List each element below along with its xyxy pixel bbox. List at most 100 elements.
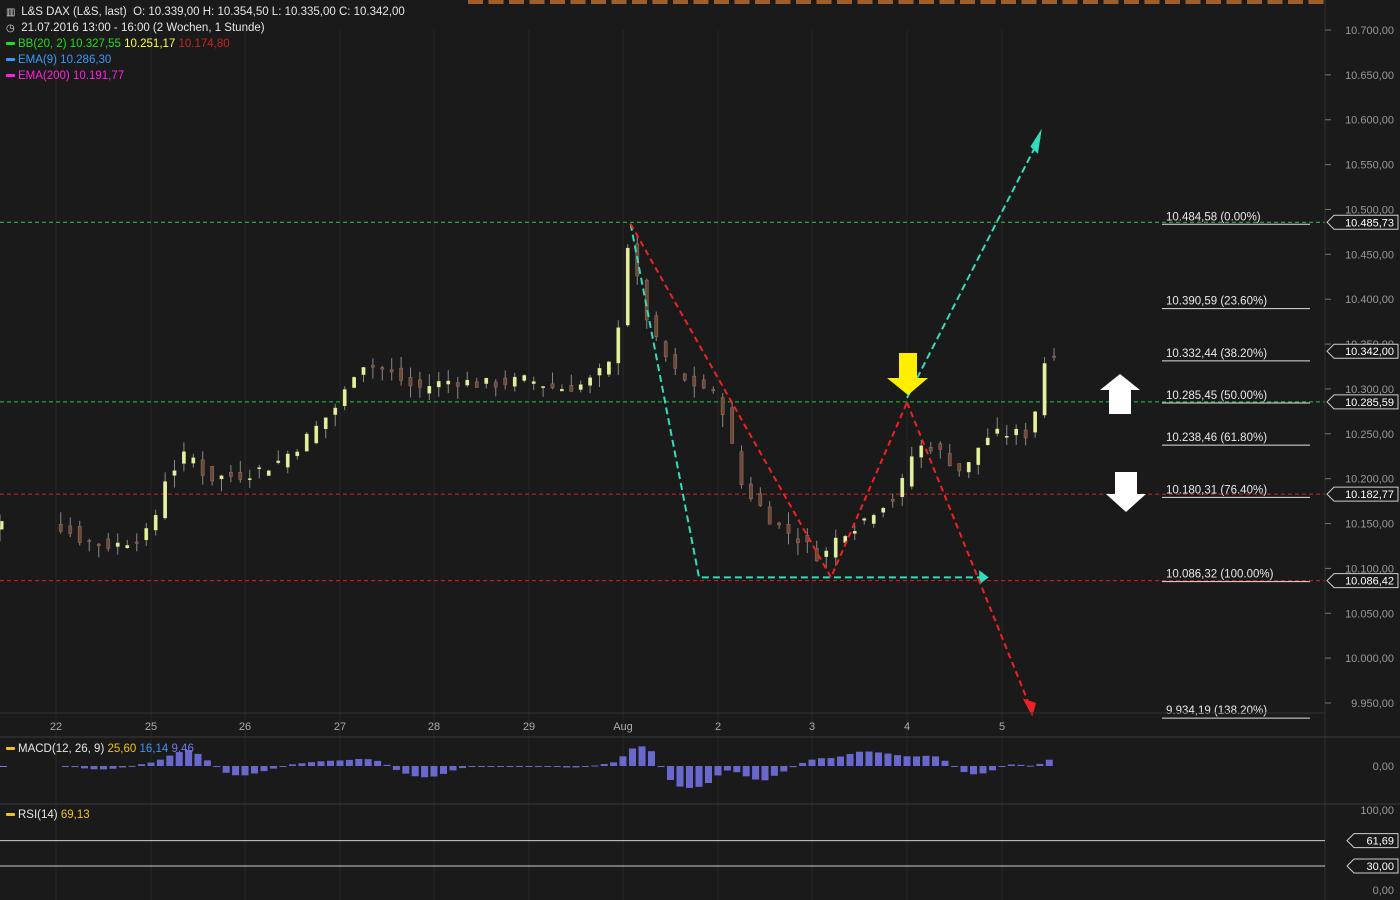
indicator-swatch bbox=[6, 74, 15, 78]
candle-body bbox=[767, 506, 772, 525]
macd-histogram-bar bbox=[998, 766, 1006, 767]
macd-histogram-bar bbox=[128, 765, 136, 767]
candle-body bbox=[134, 541, 139, 544]
rsi-axis-top: 100,00 bbox=[1360, 805, 1394, 817]
macd-histogram-bar bbox=[525, 766, 533, 767]
macd-value: 25,60 bbox=[107, 743, 137, 755]
macd-histogram-bar bbox=[846, 753, 854, 766]
macd-histogram-bar bbox=[336, 760, 344, 766]
macd-histogram-bar bbox=[440, 766, 447, 774]
macd-histogram-bar bbox=[638, 746, 646, 766]
top-marker bbox=[755, 0, 770, 4]
top-marker bbox=[632, 0, 647, 4]
macd-histogram-bar bbox=[308, 762, 315, 766]
indicator-value: 10.327,55 bbox=[69, 38, 125, 50]
macd-legend: MACD(12, 26, 9) 25,60 16,14 9,46 bbox=[6, 743, 194, 755]
top-marker bbox=[796, 0, 811, 4]
macd-histogram-bar bbox=[629, 748, 636, 766]
candle-body bbox=[730, 407, 734, 444]
indicator-value: 10.251,17 bbox=[124, 38, 179, 50]
top-marker bbox=[570, 0, 586, 4]
top-marker bbox=[857, 0, 873, 4]
candle-body bbox=[957, 463, 962, 472]
fib-level-label: 10.238,46 (61.80%) bbox=[1166, 432, 1267, 444]
macd-histogram-bar bbox=[827, 758, 835, 766]
top-marker bbox=[878, 0, 893, 4]
macd-histogram-bar bbox=[714, 766, 722, 776]
candle-body bbox=[77, 526, 82, 543]
macd-histogram-bar bbox=[657, 766, 665, 768]
top-marker bbox=[960, 0, 975, 4]
price-tag-label: 10.485,73 bbox=[1345, 217, 1394, 229]
indicator-value: 10.191,77 bbox=[72, 70, 125, 82]
candle-body bbox=[247, 478, 252, 480]
macd-histogram-bar bbox=[610, 762, 618, 766]
macd-histogram-bar bbox=[941, 760, 949, 766]
macd-histogram-bar bbox=[487, 766, 495, 767]
macd-histogram-bar bbox=[449, 766, 457, 771]
macd-histogram-bar bbox=[581, 766, 589, 767]
macd-histogram-bar bbox=[742, 766, 750, 777]
candle-body bbox=[219, 475, 224, 480]
macd-histogram-bar bbox=[913, 756, 920, 766]
top-marker bbox=[1185, 0, 1201, 4]
macd-signal: 16,14 bbox=[139, 743, 169, 755]
date-label: 27 bbox=[334, 721, 346, 733]
fib-level-label: 10.285,45 (50.00%) bbox=[1166, 390, 1267, 402]
macd-histogram-bar bbox=[90, 766, 98, 770]
bar-chart-icon: ▥ bbox=[6, 7, 16, 18]
candle-body bbox=[380, 367, 385, 370]
candle-body bbox=[285, 453, 290, 468]
date-label: 26 bbox=[239, 721, 251, 733]
macd-histogram-bar bbox=[619, 756, 627, 766]
macd-histogram-bar bbox=[270, 766, 277, 769]
top-marker bbox=[898, 0, 914, 4]
candle-body bbox=[1014, 428, 1019, 436]
macd-histogram-bar bbox=[1017, 764, 1025, 766]
date-label: Aug bbox=[613, 721, 633, 733]
candle-body bbox=[106, 538, 111, 549]
top-marker bbox=[1267, 0, 1283, 4]
candle-body bbox=[163, 481, 167, 519]
macd-histogram-bar bbox=[856, 751, 863, 766]
macd-histogram-bar bbox=[979, 766, 987, 774]
indicator-name: EMA(200) bbox=[18, 70, 73, 82]
macd-histogram-bar bbox=[232, 766, 240, 776]
candle-body bbox=[153, 515, 158, 531]
candle-body bbox=[446, 380, 451, 385]
macd-histogram-bar bbox=[544, 766, 552, 767]
macd-histogram-bar bbox=[402, 766, 410, 774]
top-marker bbox=[652, 0, 668, 4]
fib-level-label: 10.390,59 (23.60%) bbox=[1166, 296, 1267, 308]
candle-body bbox=[503, 377, 508, 385]
candle-body bbox=[522, 375, 527, 381]
macd-histogram-bar bbox=[1036, 763, 1044, 766]
price-tag-label: 10.086,42 bbox=[1345, 576, 1394, 588]
price-tag-label: 10.342,00 bbox=[1345, 346, 1394, 358]
price-axis-label: 9.950,00 bbox=[1351, 698, 1394, 710]
macd-histogram-bar bbox=[222, 766, 230, 773]
candle-body bbox=[493, 381, 498, 388]
candle-body bbox=[436, 381, 441, 388]
candle-body bbox=[408, 377, 413, 387]
candle-body bbox=[692, 375, 697, 387]
rsi-swatch bbox=[6, 813, 15, 817]
top-marker bbox=[1103, 0, 1119, 4]
candle-body bbox=[786, 524, 791, 534]
price-axis-label: 10.700,00 bbox=[1345, 25, 1394, 37]
macd-histogram-bar bbox=[534, 765, 542, 767]
indicator-name: BB(20, 2) bbox=[18, 38, 70, 50]
price-chart[interactable]: 10.484,58 (0.00%) 10.390,59 (23.60%) 10.33… bbox=[0, 0, 1400, 900]
macd-histogram-bar bbox=[1007, 764, 1015, 766]
trend-line-down bbox=[629, 223, 983, 579]
macd-histogram-bar bbox=[799, 762, 807, 766]
top-marker bbox=[980, 0, 996, 4]
top-marker bbox=[1288, 0, 1303, 4]
candle-body bbox=[720, 397, 725, 416]
period-text: 21.07.2016 13:00 - 16:00 (2 Wochen, 1 St… bbox=[21, 22, 265, 34]
macd-histogram-bar bbox=[71, 766, 79, 768]
price-axis-label: 10.450,00 bbox=[1345, 249, 1394, 261]
top-marker bbox=[1042, 0, 1057, 4]
top-marker bbox=[919, 0, 934, 4]
macd-histogram-bar bbox=[808, 759, 816, 766]
